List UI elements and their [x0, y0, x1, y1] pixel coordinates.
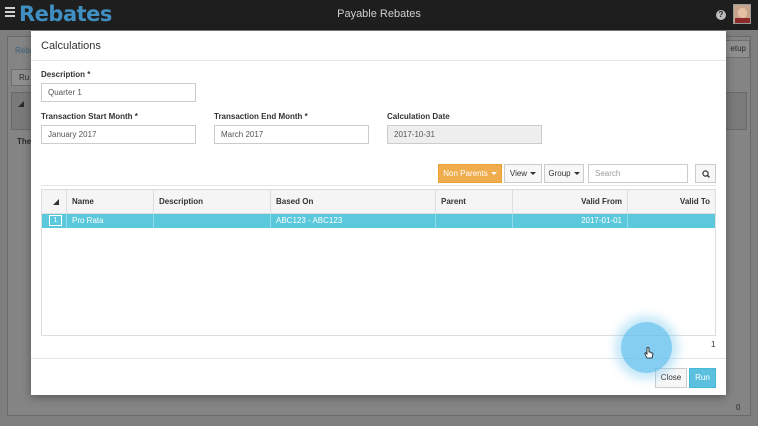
calc-date-field: 2017-10-31: [387, 125, 542, 144]
sort-triangle-icon: [53, 199, 59, 205]
cell-valid-to: [628, 214, 715, 228]
footer-divider: [31, 358, 726, 359]
avatar[interactable]: [733, 4, 751, 24]
column-header-parent[interactable]: Parent: [436, 190, 513, 213]
select-all-column[interactable]: [42, 190, 67, 213]
non-parents-label: Non Parents: [443, 169, 488, 178]
row-number: 1: [49, 215, 62, 226]
search-button[interactable]: [695, 164, 716, 183]
end-month-label: Transaction End Month *: [214, 112, 308, 121]
description-label: Description *: [41, 70, 91, 79]
column-header-valid-to[interactable]: Valid To: [628, 190, 715, 213]
divider: [41, 185, 716, 186]
cell-based-on: ABC123 - ABC123: [271, 214, 436, 228]
background-text: The: [17, 137, 32, 146]
column-header-description[interactable]: Description: [154, 190, 271, 213]
background-sort-icon: [18, 101, 24, 107]
grid-header: Name Description Based On Parent Valid F…: [42, 190, 715, 214]
hand-cursor-icon: [644, 347, 654, 359]
table-row[interactable]: 1 Pro Rata ABC123 - ABC123 2017-01-01: [42, 214, 715, 228]
row-number-cell[interactable]: 1: [42, 214, 67, 228]
page-title: Payable Rebates: [337, 8, 421, 20]
chevron-down-icon: [573, 172, 580, 176]
column-header-valid-from[interactable]: Valid From: [513, 190, 628, 213]
calculations-dialog: Calculations Description * Quarter 1 Tra…: [31, 31, 726, 395]
record-count: 1: [711, 340, 716, 349]
start-month-field[interactable]: January 2017: [41, 125, 196, 144]
close-button[interactable]: Close: [655, 368, 687, 388]
cell-valid-from: 2017-01-01: [513, 214, 628, 228]
help-icon[interactable]: ?: [716, 10, 726, 20]
view-dropdown[interactable]: View: [504, 164, 542, 183]
run-button[interactable]: Run: [689, 368, 716, 388]
chevron-down-icon: [490, 172, 497, 176]
background-setup-button: etup: [724, 40, 750, 58]
background-record-count: 0: [736, 403, 741, 412]
non-parents-dropdown[interactable]: Non Parents: [438, 164, 502, 183]
column-header-based-on[interactable]: Based On: [271, 190, 436, 213]
group-dropdown[interactable]: Group: [544, 164, 584, 183]
view-label: View: [509, 169, 528, 178]
search-input[interactable]: Search: [588, 164, 688, 183]
search-icon: [702, 170, 710, 178]
cell-name: Pro Rata: [67, 214, 154, 228]
chevron-down-icon: [530, 172, 537, 176]
cell-description: [154, 214, 271, 228]
top-bar: Rebates Payable Rebates ?: [0, 0, 758, 30]
calc-date-label: Calculation Date: [387, 112, 450, 121]
end-month-field[interactable]: March 2017: [214, 125, 369, 144]
start-month-label: Transaction Start Month *: [41, 112, 138, 121]
group-label: Group: [548, 169, 571, 178]
dialog-title: Calculations: [41, 40, 101, 52]
dialog-header: Calculations: [31, 31, 726, 61]
calculations-grid: Name Description Based On Parent Valid F…: [41, 189, 716, 336]
cell-parent: [436, 214, 513, 228]
column-header-name[interactable]: Name: [67, 190, 154, 213]
description-field[interactable]: Quarter 1: [41, 83, 196, 102]
